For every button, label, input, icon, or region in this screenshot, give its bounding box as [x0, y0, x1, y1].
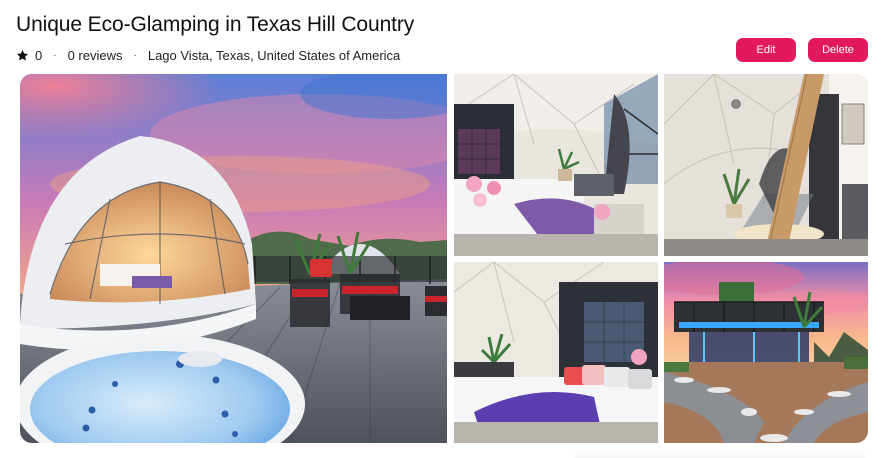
listing-title: Unique Eco-Glamping in Texas Hill Countr… [16, 13, 415, 36]
listing-actions: Edit Delete [736, 38, 868, 62]
separator-dot: · [53, 49, 57, 61]
edit-button[interactable]: Edit [736, 38, 796, 62]
dome-bedroom-pillows-photo[interactable] [454, 262, 658, 443]
reviews-link[interactable]: 0 reviews [68, 48, 123, 63]
delete-button[interactable]: Delete [808, 38, 868, 62]
separator-dot: · [133, 49, 137, 61]
location-link[interactable]: Lago Vista, Texas, United States of Amer… [148, 48, 400, 63]
dome-interior-window-photo[interactable] [664, 74, 868, 256]
dome-bedroom-interior-photo[interactable] [454, 74, 658, 256]
listing-page: Unique Eco-Glamping in Texas Hill Countr… [0, 0, 885, 458]
rating-value: 0 [35, 47, 43, 63]
photo-gallery [20, 74, 868, 443]
star-icon [16, 49, 29, 62]
bottom-panel-edge [575, 448, 865, 458]
deck-night-lights-garden-photo[interactable] [664, 262, 868, 443]
glamping-dome-deck-hot-tub-photo[interactable] [20, 74, 447, 443]
listing-meta: 0 · 0 reviews · Lago Vista, Texas, Unite… [16, 46, 400, 64]
